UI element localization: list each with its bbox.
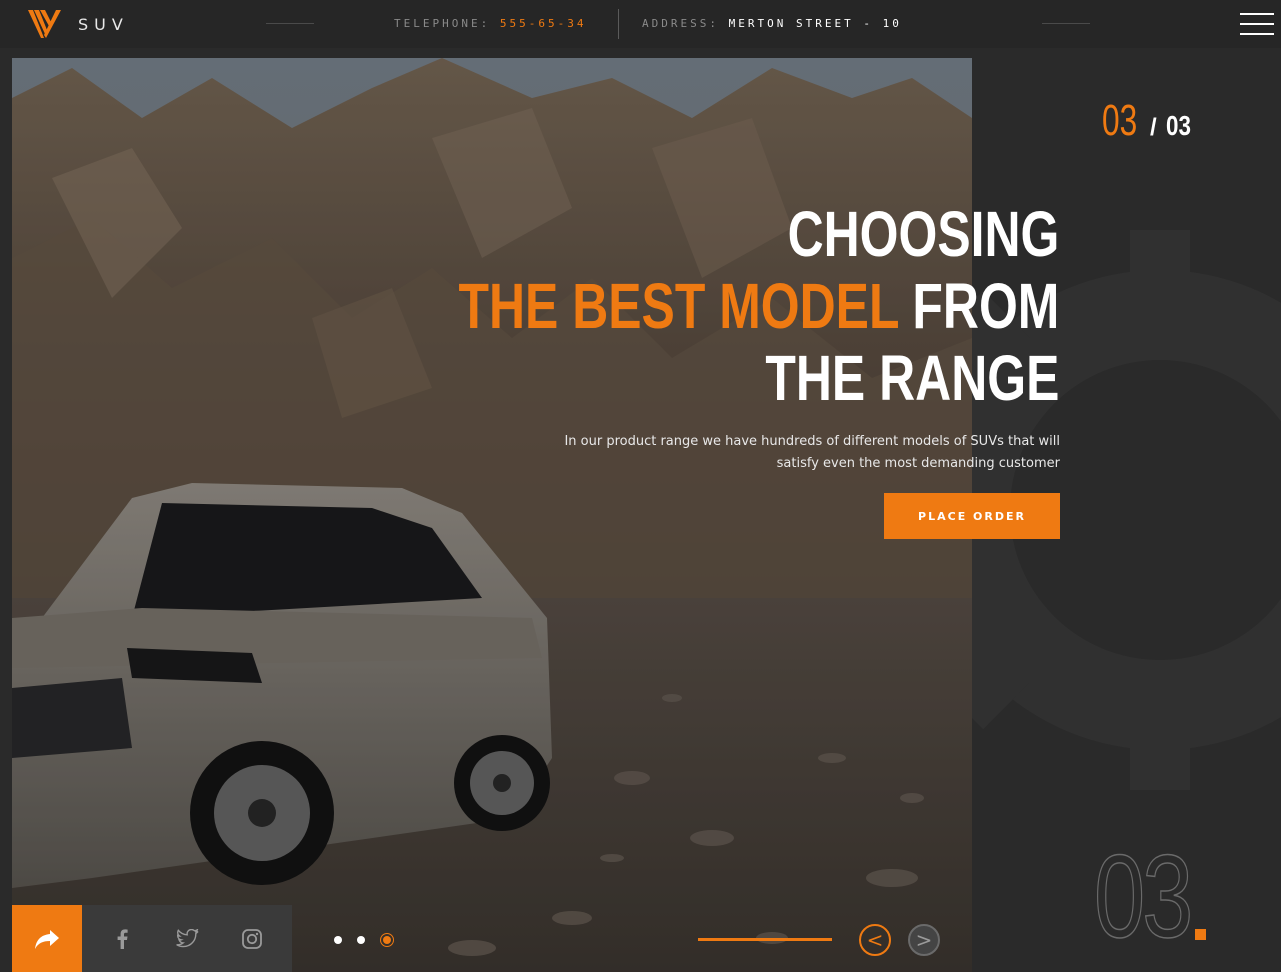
telephone-value[interactable]: 555-65-34 (500, 17, 587, 30)
place-order-button[interactable]: PLACE ORDER (884, 493, 1060, 539)
hero-image (12, 58, 972, 972)
header-divider (1042, 23, 1090, 24)
site-header: SUV TELEPHONE: 555-65-34 ADDRESS: MERTON… (0, 0, 1281, 48)
header-divider (266, 23, 314, 24)
telephone-label: TELEPHONE: (394, 17, 491, 30)
slide-progress-fill (698, 938, 832, 941)
address: ADDRESS: MERTON STREET - 10 (642, 17, 902, 30)
headline-line-3: THE RANGE (765, 342, 1059, 414)
counter-separator: / (1150, 114, 1157, 141)
big-number-dot (1195, 929, 1206, 940)
share-button[interactable] (12, 905, 82, 972)
hero-headline: CHOOSING THE BEST MODEL FROM THE RANGE (289, 198, 1059, 414)
headline-highlight: THE BEST MODEL (458, 270, 899, 342)
big-slide-number: 03 (1093, 831, 1193, 963)
prev-arrow-button[interactable]: < (859, 924, 891, 956)
telephone: TELEPHONE: 555-65-34 (394, 17, 586, 30)
instagram-link[interactable] (237, 924, 267, 954)
v-logo-icon (28, 10, 61, 38)
logo[interactable]: SUV (28, 8, 129, 40)
current-slide: 03 (1102, 96, 1138, 145)
facebook-link[interactable] (107, 924, 137, 954)
headline-line-2: THE BEST MODEL FROM (458, 270, 1059, 342)
social-links (82, 905, 292, 972)
address-value: MERTON STREET - 10 (728, 17, 902, 30)
slide-progress-bar (698, 938, 832, 941)
headline-line-1: CHOOSING (787, 198, 1059, 270)
hero-description: In our product range we have hundreds of… (564, 434, 1060, 471)
next-arrow-button[interactable]: > (908, 924, 940, 956)
slider-dot[interactable] (334, 936, 342, 944)
brand-name: SUV (78, 14, 129, 34)
slider-dot-active[interactable] (380, 933, 394, 947)
headline-line-2-rest: FROM (912, 270, 1059, 342)
twitter-icon (176, 928, 199, 947)
total-slides: 03 (1166, 110, 1191, 141)
slider-dots (334, 933, 394, 947)
slider-dot[interactable] (357, 936, 365, 944)
instagram-icon (241, 928, 262, 949)
address-label: ADDRESS: (642, 17, 719, 30)
twitter-link[interactable] (172, 924, 202, 954)
contact-separator (618, 9, 619, 39)
suv-desert-photo (12, 58, 972, 972)
share-icon (35, 929, 59, 949)
facebook-icon (117, 928, 128, 949)
hamburger-menu-icon[interactable] (1240, 13, 1274, 35)
slide-counter: 03 / 03 (1102, 96, 1191, 146)
